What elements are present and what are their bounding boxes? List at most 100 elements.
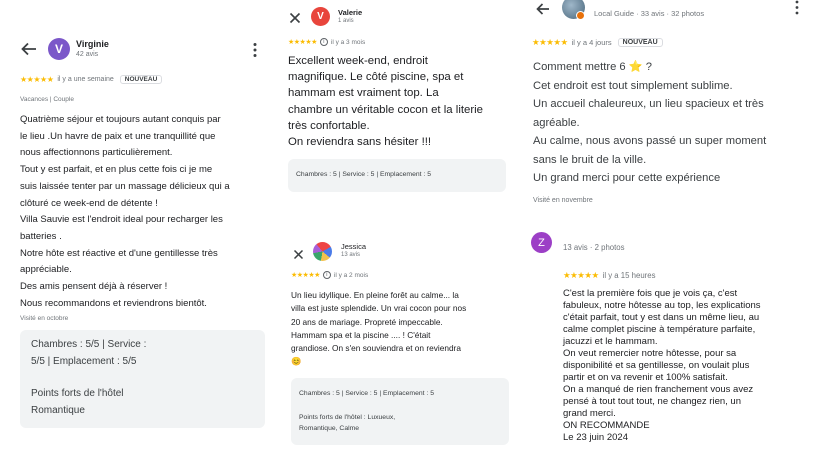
review-line: villa est juste splendide. Un vrai cocon… <box>291 303 467 314</box>
review-line: grand merci. <box>563 408 616 419</box>
review-panel-virginie: V Virginie 42 avis ★★★★★ il y a une sema… <box>0 0 272 460</box>
review-time: il y a une semaine <box>57 76 114 83</box>
review-line: jacuzzi et le hammam. <box>563 336 658 347</box>
avatar <box>313 242 332 261</box>
review-line: Nous recommandons et reviendrons bientôt… <box>20 297 207 309</box>
avatar: V <box>311 7 330 26</box>
review-line: magnifique. Le côté piscine, spa et <box>288 71 464 84</box>
review-line: Notre hôte est réactive et d'une gentill… <box>20 247 218 259</box>
star-rating: ★★★★★ <box>288 39 317 46</box>
review-body: Un lieu idyllique. En pleine forêt au ca… <box>291 289 466 369</box>
close-icon[interactable] <box>289 11 301 24</box>
review-line: 20 ans de mariage. Propreté impeccable. <box>291 316 443 327</box>
ratings-line-1: Chambres : 5/5 | Service : <box>31 339 147 350</box>
review-line: ON RECOMMANDE <box>563 420 650 431</box>
review-time: il y a 3 mois <box>330 38 366 46</box>
review-line: disponibilité et sa gentillesse, on voul… <box>563 360 750 371</box>
review-panel-right: Local Guide · 33 avis · 32 photos ★★★★★ … <box>526 0 840 460</box>
review-line: chambre un véritable cocon et la literie <box>288 103 484 116</box>
reviewer-name[interactable]: Jessica <box>341 242 366 251</box>
rating-row: ★★★★★ il y a 15 heures <box>563 270 656 281</box>
review-time: il y a 4 jours <box>571 38 612 47</box>
review-body: Excellent week-end, endroit magnifique. L… <box>288 53 483 150</box>
reviewer-name[interactable]: Virginie <box>76 39 109 49</box>
local-guide-badge-icon <box>576 11 585 20</box>
more-vert-icon[interactable] <box>794 0 800 15</box>
review-line: batteries . <box>20 230 62 242</box>
review-line: agréable. <box>533 116 580 129</box>
review-line: Tout y est parfait, et en plus cette foi… <box>20 164 213 176</box>
review-line: pensé à tout tout tout, ne changez rien,… <box>563 396 741 407</box>
review-line: Un accueil chaleureux, un lieu spacieux … <box>533 98 764 110</box>
review-line: Villa Sauvie est l'endroit ideal pour re… <box>20 214 223 226</box>
avatar: V <box>48 38 70 60</box>
review-line: Un lieu idyllique. En pleine forêt au ca… <box>291 290 459 300</box>
new-badge: NOUVEAU <box>119 75 163 84</box>
review-line: Cet endroit est tout simplement sublime. <box>533 79 733 92</box>
back-arrow-icon[interactable] <box>535 1 551 17</box>
review-line: C'est la première fois que je vois ça, c… <box>563 288 738 299</box>
rating-row: ★★★★★ il y a une semaine NOUVEAU <box>20 75 163 84</box>
review-line: le lieu .Un havre de paix et une tranqui… <box>20 130 216 142</box>
review-line: nous affectionnons particulièrement. <box>20 147 173 159</box>
visited-date: Visité en novembre <box>533 197 593 204</box>
review-body: Comment mettre 6 ⭐ ? Cet endroit est tout… <box>533 58 766 188</box>
new-badge: NOUVEAU <box>617 38 663 47</box>
trip-type: Vacances | Couple <box>20 96 74 103</box>
reviewer-name[interactable]: Valerie <box>338 8 362 17</box>
reviewer-meta: 42 avis <box>76 51 99 58</box>
ratings-box: Chambres : 5 | Service : 5 | Emplacement… <box>288 159 506 192</box>
review-line: Un grand merci pour cette expérience <box>533 172 721 184</box>
review-line: Excellent week-end, endroit <box>288 55 428 67</box>
review-line: suis laissée tenter par un massage délic… <box>20 180 230 192</box>
review-line: On reviendra sans hésiter !!! <box>288 136 432 149</box>
info-icon[interactable]: i <box>319 38 328 46</box>
reviewer-meta: 13 avis <box>341 252 361 258</box>
review-panel-middle: V Valerie 1 avis ★★★★★ i il y a 3 mois E… <box>282 0 518 460</box>
review-line: On veut remercier notre hôtesse, pour sa <box>563 348 737 359</box>
review-line: Comment mettre 6 ⭐ ? <box>533 61 653 73</box>
highlights-line-2: Romantique, Calme <box>299 425 360 432</box>
visited-date: Visité en octobre <box>20 315 69 322</box>
star-rating: ★★★★★ <box>20 75 54 84</box>
review-line: fabuleux, notre hôtesse au top, les expl… <box>563 300 761 311</box>
review-line: grandiose. On s'en souviendra et on revi… <box>291 343 461 354</box>
review-time: il y a 2 mois <box>333 271 369 279</box>
back-arrow-icon[interactable] <box>20 40 38 58</box>
close-icon[interactable] <box>293 247 304 260</box>
star-rating: ★★★★★ <box>291 272 320 279</box>
rating-row: ★★★★★ i il y a 2 mois <box>291 271 368 279</box>
reviewer-meta: 13 avis · 2 photos <box>563 243 625 252</box>
rating-row: ★★★★★ i il y a 3 mois <box>288 38 365 46</box>
review-line: partir et on va revenir et 100% satisfai… <box>563 372 728 383</box>
ratings-box: Chambres : 5 | Service : 5 | Emplacement… <box>291 378 509 445</box>
rating-row: ★★★★★ il y a 4 jours NOUVEAU <box>532 37 663 48</box>
review-line: c'était parfait, tout y est dans un même… <box>563 312 760 323</box>
ratings-line: Chambres : 5 | Service : 5 | Emplacement… <box>299 390 434 397</box>
review-line: Hammam spa et la piscine .... ! C'était <box>291 329 431 340</box>
highlights-title: Points forts de l'hôtel <box>31 388 124 399</box>
review-body: C'est la première fois que je vois ça, c… <box>563 288 761 444</box>
info-icon[interactable]: i <box>322 271 331 279</box>
review-line: appréciable. <box>20 264 72 276</box>
review-line: très confortable. <box>288 119 370 132</box>
review-line: Le 23 juin 2024 <box>563 432 628 443</box>
avatar: Z <box>531 232 552 253</box>
ratings-line-2: 5/5 | Emplacement : 5/5 <box>31 356 137 367</box>
highlights-value: Romantique <box>31 405 85 416</box>
review-time: il y a 15 heures <box>602 271 656 280</box>
review-line: sans le bruit de la ville. <box>533 153 647 166</box>
star-rating: ★★★★★ <box>563 270 599 280</box>
review-line: clôturé ce week-end de détente ! <box>20 197 158 209</box>
review-line: On a manqué de rien franchement vous ave… <box>563 384 754 395</box>
review-line: Des amis pensent déjà à réserver ! <box>20 281 168 293</box>
more-vert-icon[interactable] <box>252 42 258 58</box>
review-line: 😊 <box>291 356 302 367</box>
ratings-box: Chambres : 5/5 | Service : 5/5 | Emplace… <box>20 330 265 428</box>
reviewer-meta: 1 avis <box>338 18 354 24</box>
ratings-line: Chambres : 5 | Service : 5 | Emplacement… <box>296 171 431 178</box>
highlights-line-1: Points forts de l'hôtel : Luxueux, <box>299 414 396 421</box>
review-line: Au calme, nous avons passé un super mome… <box>533 135 767 147</box>
review-line: calme complet piscine à température parf… <box>563 324 756 335</box>
review-line: Quatrième séjour et toujours autant conq… <box>20 114 221 125</box>
